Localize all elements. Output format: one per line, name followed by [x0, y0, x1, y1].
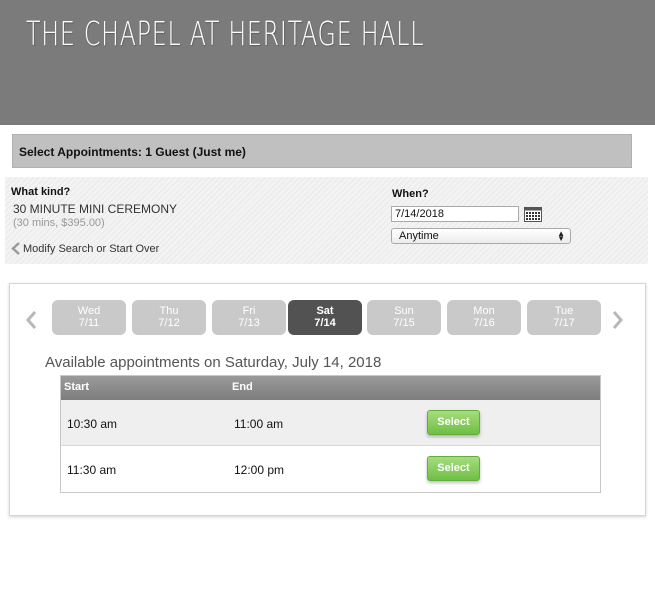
day-tab-dow: Fri — [242, 305, 256, 317]
day-tab-1[interactable]: Thu 7/12 — [132, 300, 206, 335]
appointment-card: Wed 7/11 Thu 7/12 Fri 7/13 Sat 7/14 Sun … — [9, 283, 646, 516]
chevron-left-icon[interactable] — [24, 309, 38, 331]
table-row: 10:30 am 11:00 am Select — [61, 400, 600, 446]
select-button[interactable]: Select — [427, 456, 480, 481]
chevron-left-icon — [11, 242, 20, 255]
day-tab-dow: Sun — [394, 305, 414, 317]
column-start: Start — [64, 381, 90, 393]
end-time: 11:00 am — [234, 417, 284, 431]
day-tab-2[interactable]: Fri 7/13 — [212, 300, 286, 335]
day-tab-dow: Tue — [554, 305, 574, 317]
when-label: When? — [392, 188, 429, 200]
start-time: 11:30 am — [67, 463, 117, 477]
appointment-details: (30 mins, $395.00) — [13, 217, 105, 229]
table-header: Start End — [61, 376, 600, 400]
day-tab-3-selected[interactable]: Sat 7/14 — [288, 300, 362, 335]
time-of-day-select[interactable]: Anytime ▲ ▼ — [391, 228, 571, 244]
site-title: THE CHAPEL AT HERITAGE HALL — [26, 14, 425, 53]
day-tab-dow: Wed — [77, 305, 101, 317]
chevron-right-icon[interactable] — [611, 309, 625, 331]
modify-search-link[interactable]: Modify Search or Start Over — [11, 242, 159, 255]
day-tab-date: 7/16 — [473, 317, 495, 329]
day-tab-0[interactable]: Wed 7/11 — [52, 300, 126, 335]
day-tab-date: 7/11 — [78, 317, 100, 329]
selection-bar: Select Appointments: 1 Guest (Just me) — [12, 134, 632, 168]
day-tab-date: 7/14 — [314, 317, 336, 329]
date-input[interactable] — [391, 206, 519, 222]
what-kind-label: What kind? — [11, 186, 71, 198]
select-button[interactable]: Select — [427, 410, 480, 435]
search-panel: What kind? 30 MINUTE MINI CEREMONY (30 m… — [5, 177, 648, 264]
day-tab-5[interactable]: Mon 7/16 — [447, 300, 521, 335]
appointments-table: Start End 10:30 am 11:00 am Select 11:30… — [60, 375, 601, 493]
column-end: End — [232, 381, 253, 393]
day-tab-dow: Mon — [473, 305, 495, 317]
day-tab-dow: Sat — [316, 305, 334, 317]
availability-heading: Available appointments on Saturday, July… — [45, 354, 382, 371]
day-tab-4[interactable]: Sun 7/15 — [367, 300, 441, 335]
day-tab-6[interactable]: Tue 7/17 — [527, 300, 601, 335]
modify-search-text: Modify Search or Start Over — [23, 242, 160, 255]
appointment-type: 30 MINUTE MINI CEREMONY — [13, 202, 178, 216]
day-tab-date: 7/12 — [158, 317, 180, 329]
day-tab-date: 7/15 — [393, 317, 415, 329]
day-tab-date: 7/17 — [553, 317, 575, 329]
site-header: THE CHAPEL AT HERITAGE HALL — [0, 0, 655, 125]
calendar-icon[interactable] — [524, 207, 542, 222]
table-row: 11:30 am 12:00 pm Select — [61, 446, 600, 492]
selection-summary: Select Appointments: 1 Guest (Just me) — [19, 145, 246, 159]
start-time: 10:30 am — [67, 417, 118, 431]
day-tab-dow: Thu — [159, 305, 179, 317]
end-time: 12:00 pm — [234, 463, 285, 477]
day-tab-date: 7/13 — [238, 317, 260, 329]
up-down-arrows-icon: ▲ ▼ — [557, 229, 565, 243]
time-select-value: Anytime — [399, 230, 439, 242]
